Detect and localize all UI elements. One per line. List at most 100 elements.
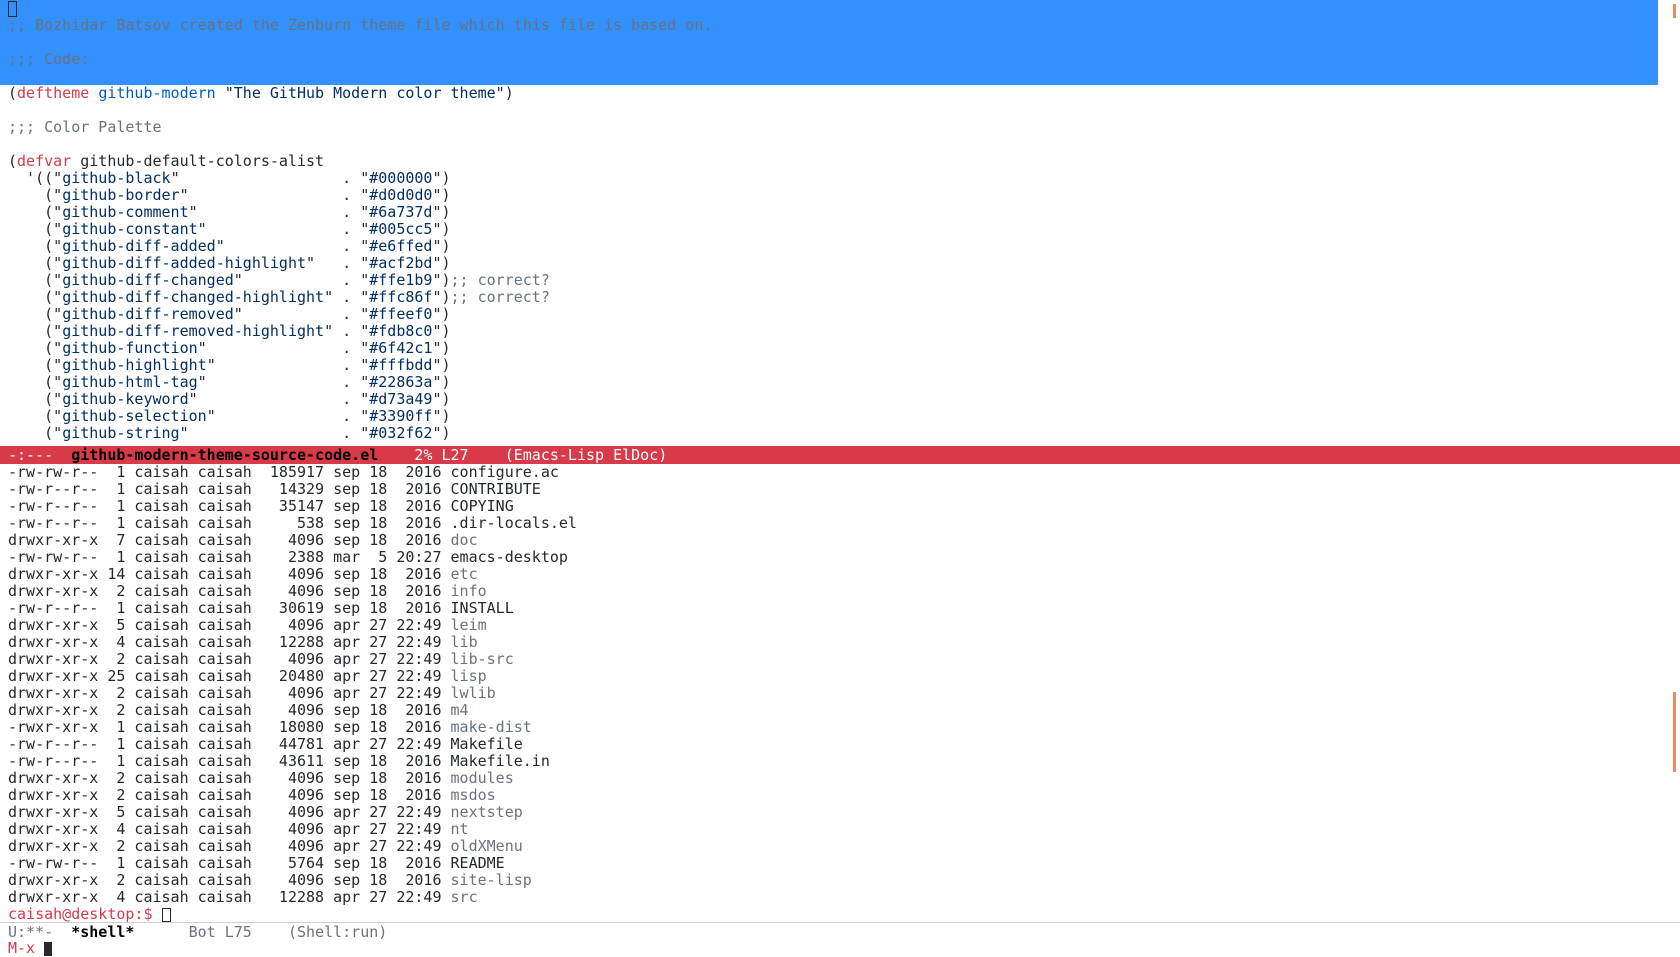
- minibuffer[interactable]: M-x: [0, 940, 1680, 956]
- ls-row[interactable]: drwxr-xr-x 5 caisah caisah 4096 apr 27 2…: [0, 804, 1680, 821]
- directory-name[interactable]: leim: [451, 616, 487, 634]
- directory-name[interactable]: nextstep: [451, 803, 523, 821]
- color-entry[interactable]: ("github-comment" . "#6a737d"): [0, 204, 1680, 221]
- file-name[interactable]: Makefile.in: [451, 752, 550, 770]
- selected-line[interactable]: [0, 0, 1658, 17]
- ls-row[interactable]: drwxr-xr-x 4 caisah caisah 12288 apr 27 …: [0, 889, 1680, 906]
- color-entry[interactable]: ("github-diff-removed-highlight" . "#fdb…: [0, 323, 1680, 340]
- selected-line[interactable]: ;;; Code:: [0, 51, 1658, 68]
- color-value: #032f62: [369, 424, 433, 442]
- directory-name[interactable]: site-lisp: [451, 871, 532, 889]
- color-name: github-diff-changed-highlight: [62, 288, 325, 306]
- ls-row[interactable]: drwxr-xr-x 2 caisah caisah 4096 sep 18 2…: [0, 702, 1680, 719]
- buffer-name[interactable]: *shell*: [71, 923, 134, 941]
- file-name[interactable]: COPYING: [451, 497, 514, 515]
- file-name[interactable]: CONTRIBUTE: [451, 480, 541, 498]
- color-name: github-diff-added-highlight: [62, 254, 307, 272]
- color-name: github-string: [62, 424, 180, 442]
- color-value: #ffeef0: [369, 305, 433, 323]
- color-entry[interactable]: ("github-diff-added-highlight" . "#acf2b…: [0, 255, 1680, 272]
- ls-row[interactable]: -rw-rw-r-- 1 caisah caisah 185917 sep 18…: [0, 464, 1680, 481]
- directory-name[interactable]: msdos: [451, 786, 496, 804]
- directory-name[interactable]: m4: [451, 701, 469, 719]
- color-value: #ffe1b9: [369, 271, 433, 289]
- color-value: #e6ffed: [369, 237, 433, 255]
- color-entry[interactable]: ("github-keyword" . "#d73a49"): [0, 391, 1680, 408]
- ls-row[interactable]: -rw-r--r-- 1 caisah caisah 538 sep 18 20…: [0, 515, 1680, 532]
- editor-scroll-indicator[interactable]: [1673, 4, 1676, 18]
- directory-name[interactable]: etc: [451, 565, 478, 583]
- shell-prompt-line[interactable]: caisah@desktop:$: [0, 906, 1680, 923]
- color-entry[interactable]: ("github-function" . "#6f42c1"): [0, 340, 1680, 357]
- directory-name[interactable]: doc: [451, 531, 478, 549]
- ls-row[interactable]: drwxr-xr-x 25 caisah caisah 20480 apr 27…: [0, 668, 1680, 685]
- selected-line[interactable]: ;; Bozhidar Batsov created the Zenburn t…: [0, 17, 1658, 34]
- ls-row[interactable]: -rw-r--r-- 1 caisah caisah 14329 sep 18 …: [0, 481, 1680, 498]
- color-entry[interactable]: '(("github-black" . "#000000"): [0, 170, 1680, 187]
- color-name: github-highlight: [62, 356, 207, 374]
- ls-row[interactable]: -rw-rw-r-- 1 caisah caisah 5764 sep 18 2…: [0, 855, 1680, 872]
- directory-name[interactable]: src: [451, 888, 478, 906]
- ls-row[interactable]: -rw-r--r-- 1 caisah caisah 44781 apr 27 …: [0, 736, 1680, 753]
- ls-row[interactable]: -rw-rw-r-- 1 caisah caisah 2388 mar 5 20…: [0, 549, 1680, 566]
- ls-row[interactable]: drwxr-xr-x 2 caisah caisah 4096 sep 18 2…: [0, 787, 1680, 804]
- buffer-name[interactable]: github-modern-theme-source-code.el: [71, 446, 378, 464]
- file-name[interactable]: .dir-locals.el: [451, 514, 577, 532]
- ls-listing: -rw-rw-r-- 1 caisah caisah 185917 sep 18…: [0, 464, 1680, 906]
- color-entry[interactable]: ("github-diff-removed" . "#ffeef0"): [0, 306, 1680, 323]
- directory-name[interactable]: lwlib: [451, 684, 496, 702]
- ls-row[interactable]: drwxr-xr-x 2 caisah caisah 4096 apr 27 2…: [0, 651, 1680, 668]
- ls-row[interactable]: drwxr-xr-x 7 caisah caisah 4096 sep 18 2…: [0, 532, 1680, 549]
- file-name[interactable]: emacs-desktop: [451, 548, 568, 566]
- color-entry[interactable]: ("github-diff-changed-highlight" . "#ffc…: [0, 289, 1680, 306]
- ls-row[interactable]: drwxr-xr-x 2 caisah caisah 4096 sep 18 2…: [0, 583, 1680, 600]
- selected-line[interactable]: [0, 34, 1658, 51]
- selected-line[interactable]: [0, 68, 1658, 85]
- defvar-line[interactable]: (defvar github-default-colors-alist: [0, 153, 1680, 170]
- directory-name[interactable]: lib: [451, 633, 478, 651]
- editor-window[interactable]: ;; Bozhidar Batsov created the Zenburn t…: [0, 0, 1680, 446]
- color-entry[interactable]: ("github-diff-added" . "#e6ffed"): [0, 238, 1680, 255]
- ls-row[interactable]: drwxr-xr-x 2 caisah caisah 4096 sep 18 2…: [0, 872, 1680, 889]
- selected-region[interactable]: ;; Bozhidar Batsov created the Zenburn t…: [0, 0, 1658, 85]
- ls-row[interactable]: drwxr-xr-x 2 caisah caisah 4096 apr 27 2…: [0, 838, 1680, 855]
- file-name[interactable]: README: [451, 854, 505, 872]
- directory-name[interactable]: lib-src: [451, 650, 514, 668]
- ls-row[interactable]: drwxr-xr-x 4 caisah caisah 4096 apr 27 2…: [0, 821, 1680, 838]
- ls-row[interactable]: drwxr-xr-x 2 caisah caisah 4096 sep 18 2…: [0, 770, 1680, 787]
- color-entry[interactable]: ("github-diff-changed" . "#ffe1b9");; co…: [0, 272, 1680, 289]
- directory-name[interactable]: make-dist: [451, 718, 532, 736]
- shell-scroll-indicator[interactable]: [1673, 692, 1676, 772]
- color-entry[interactable]: ("github-constant" . "#005cc5"): [0, 221, 1680, 238]
- color-name: github-function: [62, 339, 198, 357]
- ls-row[interactable]: -rwxr-xr-x 1 caisah caisah 18080 sep 18 …: [0, 719, 1680, 736]
- color-entry[interactable]: ("github-selection" . "#3390ff"): [0, 408, 1680, 425]
- directory-name[interactable]: lisp: [451, 667, 487, 685]
- file-name[interactable]: configure.ac: [451, 463, 559, 481]
- directory-name[interactable]: modules: [451, 769, 514, 787]
- directory-name[interactable]: oldXMenu: [451, 837, 523, 855]
- color-value: #005cc5: [369, 220, 433, 238]
- color-entry[interactable]: ("github-html-tag" . "#22863a"): [0, 374, 1680, 391]
- ls-row[interactable]: -rw-r--r-- 1 caisah caisah 35147 sep 18 …: [0, 498, 1680, 515]
- directory-name[interactable]: nt: [451, 820, 469, 838]
- color-entry[interactable]: ("github-highlight" . "#fffbdd"): [0, 357, 1680, 374]
- ls-row[interactable]: -rw-r--r-- 1 caisah caisah 43611 sep 18 …: [0, 753, 1680, 770]
- ls-row[interactable]: drwxr-xr-x 14 caisah caisah 4096 sep 18 …: [0, 566, 1680, 583]
- file-name[interactable]: Makefile: [451, 735, 523, 753]
- ls-row[interactable]: -rw-r--r-- 1 caisah caisah 30619 sep 18 …: [0, 600, 1680, 617]
- directory-name[interactable]: info: [451, 582, 487, 600]
- deftheme-line[interactable]: (deftheme github-modern "The GitHub Mode…: [0, 85, 1680, 102]
- color-entry[interactable]: ("github-string" . "#032f62"): [0, 425, 1680, 442]
- ls-row[interactable]: drwxr-xr-x 4 caisah caisah 12288 apr 27 …: [0, 634, 1680, 651]
- color-entry[interactable]: ("github-border" . "#d0d0d0"): [0, 187, 1680, 204]
- ls-row[interactable]: drwxr-xr-x 2 caisah caisah 4096 apr 27 2…: [0, 685, 1680, 702]
- shell-window[interactable]: -rw-rw-r-- 1 caisah caisah 185917 sep 18…: [0, 464, 1680, 924]
- shell-prompt: caisah@desktop:$: [8, 905, 162, 923]
- file-name[interactable]: INSTALL: [451, 599, 514, 617]
- color-name: github-selection: [62, 407, 207, 425]
- minibuffer-prompt: M-x: [8, 939, 45, 957]
- color-value: #000000: [369, 169, 433, 187]
- ls-row[interactable]: drwxr-xr-x 5 caisah caisah 4096 apr 27 2…: [0, 617, 1680, 634]
